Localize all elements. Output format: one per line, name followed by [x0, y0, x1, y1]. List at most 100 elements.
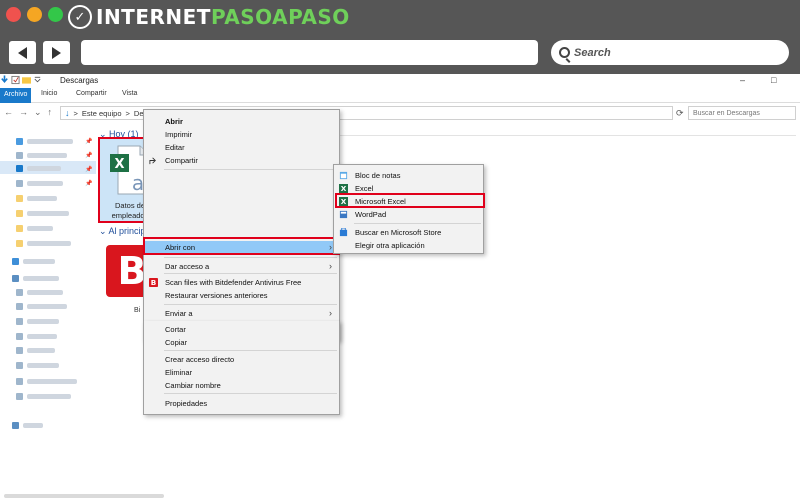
- menu-item-copiar[interactable]: Copiar: [144, 336, 339, 348]
- sidebar-item[interactable]: [16, 179, 63, 188]
- folder-icon: [16, 240, 23, 247]
- context-menu: Abrir Imprimir Editar Compartir Abrir co…: [143, 109, 340, 341]
- forward-button[interactable]: [43, 41, 70, 64]
- store-icon: [339, 228, 348, 237]
- svg-text:X: X: [114, 157, 124, 172]
- notepad-icon: [339, 171, 348, 180]
- menu-item-scan-bitdefender[interactable]: B Scan files with Bitdefender Antivirus …: [144, 276, 339, 288]
- back-arrow-icon[interactable]: ←: [4, 107, 13, 118]
- quick-access-dropdown-icon[interactable]: [33, 75, 42, 85]
- navigation-pane: 📌 📌 📌 📌: [0, 124, 96, 454]
- menu-separator: [164, 169, 337, 170]
- logo-accent: PASOAPASO: [210, 5, 350, 29]
- sidebar-item[interactable]: [16, 164, 61, 173]
- menu-separator: [164, 393, 337, 394]
- refresh-icon[interactable]: ⟳: [676, 108, 684, 119]
- pin-icon: 📌: [85, 181, 93, 187]
- tab-inicio[interactable]: Inicio: [41, 90, 57, 97]
- tab-vista[interactable]: Vista: [122, 90, 137, 97]
- sidebar-item[interactable]: [16, 346, 55, 355]
- sidebar-item[interactable]: [16, 239, 71, 248]
- onedrive-icon: [12, 258, 19, 265]
- explorer-titlebar: Descargas – □: [0, 74, 800, 88]
- submenu-item-wordpad[interactable]: WordPad: [334, 208, 483, 220]
- sidebar-item[interactable]: [12, 257, 55, 266]
- submenu-item-microsoft-store[interactable]: Buscar en Microsoft Store: [334, 226, 483, 238]
- sidebar-item[interactable]: [16, 224, 53, 233]
- folder-icon[interactable]: [22, 75, 31, 85]
- site-logo: ✓ INTERNETPASOAPASO: [68, 3, 350, 31]
- context-menu-lower: Cortar Copiar Crear acceso directo Elimi…: [143, 321, 340, 415]
- folder-icon: [16, 195, 23, 202]
- sidebar-item[interactable]: [12, 274, 59, 283]
- submenu-item-bloc-de-notas[interactable]: Bloc de notas: [334, 169, 483, 181]
- submenu-item-elegir-otra[interactable]: Elegir otra aplicación: [334, 239, 483, 251]
- menu-separator: [164, 273, 337, 274]
- desktop-icon: [16, 152, 23, 159]
- maximize-window-dot[interactable]: [48, 7, 63, 22]
- download-icon: [16, 165, 23, 172]
- folder-icon: [16, 303, 23, 310]
- drive-icon: [16, 378, 23, 385]
- close-window-dot[interactable]: [6, 7, 21, 22]
- drive-icon: [16, 393, 23, 400]
- sidebar-item[interactable]: [12, 421, 43, 430]
- menu-item-crear-acceso[interactable]: Crear acceso directo: [144, 353, 339, 365]
- breadcrumb-sep: >: [125, 108, 130, 118]
- sidebar-item[interactable]: [16, 137, 73, 146]
- properties-icon[interactable]: [11, 75, 20, 85]
- menu-item-eliminar[interactable]: Eliminar: [144, 366, 339, 378]
- menu-item-dar-acceso[interactable]: Dar acceso a ›: [144, 260, 339, 272]
- this-pc-icon: [12, 275, 19, 282]
- forward-arrow-icon[interactable]: →: [19, 107, 28, 118]
- menu-item-enviar-a[interactable]: Enviar a ›: [144, 307, 339, 319]
- menu-item-cambiar-nombre[interactable]: Cambiar nombre: [144, 379, 339, 391]
- svg-text:B: B: [151, 278, 156, 287]
- search-icon: [559, 47, 570, 58]
- menu-item-editar[interactable]: Editar: [144, 141, 339, 153]
- sidebar-item[interactable]: [16, 392, 71, 401]
- bitdefender-icon: B: [149, 278, 158, 287]
- star-icon: [16, 138, 23, 145]
- arrow-right-icon: [52, 46, 61, 59]
- menu-item-imprimir[interactable]: Imprimir: [144, 128, 339, 140]
- pin-icon: 📌: [85, 153, 93, 159]
- browser-search[interactable]: Search: [551, 40, 789, 65]
- sidebar-item[interactable]: [16, 302, 67, 311]
- breadcrumb-este-equipo[interactable]: Este equipo: [82, 109, 122, 118]
- sidebar-item[interactable]: [16, 361, 59, 370]
- download-folder-icon: [1, 75, 8, 84]
- sidebar-item[interactable]: [16, 194, 57, 203]
- menu-item-compartir[interactable]: Compartir: [144, 154, 339, 166]
- tab-archivo[interactable]: Archivo: [0, 88, 32, 103]
- sidebar-item[interactable]: [16, 332, 57, 341]
- restore-icon[interactable]: □: [771, 75, 776, 85]
- tab-compartir[interactable]: Compartir: [76, 90, 107, 97]
- browser-address-bar[interactable]: [81, 40, 538, 65]
- menu-separator: [354, 223, 481, 224]
- logo-prefix: INTERNET: [96, 5, 211, 29]
- folder-icon: [16, 347, 23, 354]
- menu-item-abrir[interactable]: Abrir: [144, 115, 339, 127]
- sidebar-item[interactable]: [16, 209, 69, 218]
- folder-icon: [16, 225, 23, 232]
- menu-separator: [164, 304, 337, 305]
- menu-item-cortar[interactable]: Cortar: [144, 323, 339, 335]
- up-arrow-icon[interactable]: ↑: [48, 107, 53, 118]
- sidebar-item[interactable]: [16, 377, 77, 386]
- highlight-microsoft-excel: [335, 193, 485, 208]
- sidebar-item[interactable]: [16, 151, 67, 160]
- folder-icon: [16, 289, 23, 296]
- downloads-icon: ↓: [65, 108, 70, 118]
- menu-separator: [164, 257, 337, 258]
- minimize-icon[interactable]: –: [740, 75, 745, 85]
- menu-item-propiedades[interactable]: Propiedades: [144, 397, 339, 409]
- menu-item-restaurar[interactable]: Restaurar versiones anteriores: [144, 289, 339, 301]
- recent-chevron-icon[interactable]: ⌄: [34, 107, 42, 118]
- sidebar-item[interactable]: [16, 317, 59, 326]
- minimize-window-dot[interactable]: [27, 7, 42, 22]
- explorer-search-input[interactable]: Buscar en Descargas: [688, 106, 796, 120]
- sidebar-item[interactable]: [16, 288, 63, 297]
- logo-check-icon: ✓: [68, 5, 92, 29]
- back-button[interactable]: [9, 41, 36, 64]
